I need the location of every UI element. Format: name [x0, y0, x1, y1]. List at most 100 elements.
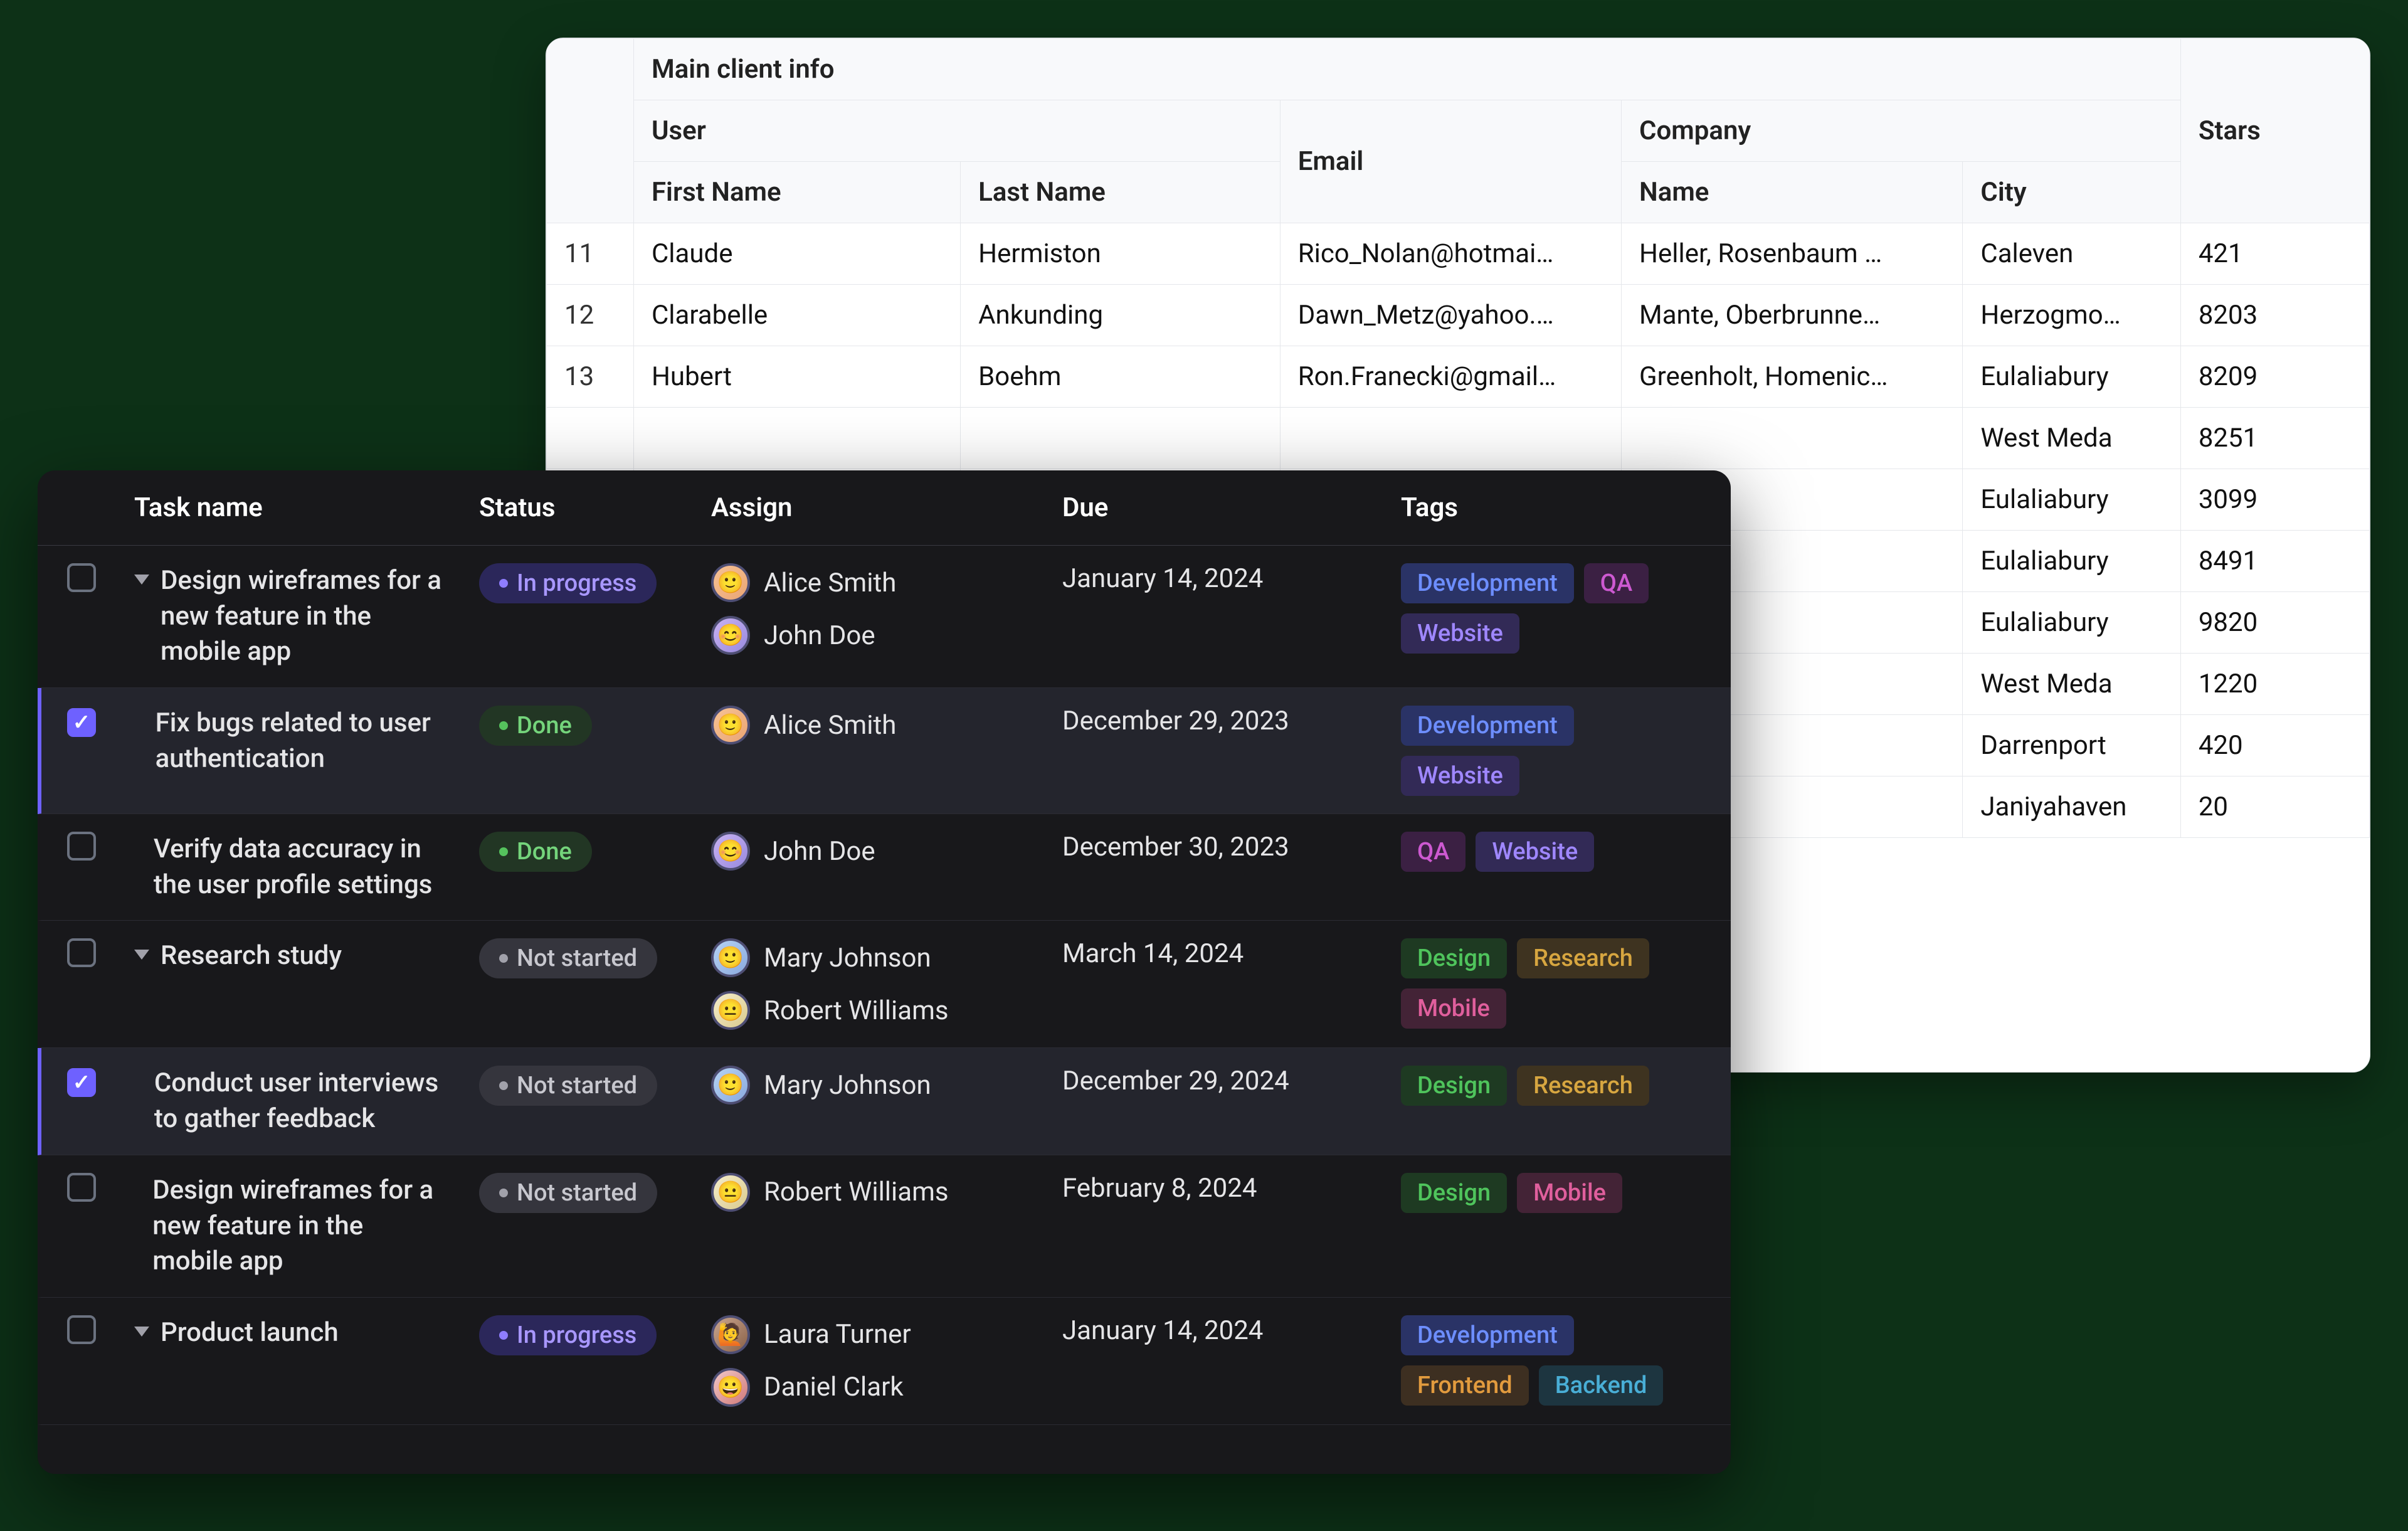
- due-date: February 8, 2024: [1047, 1173, 1386, 1204]
- tag[interactable]: Research: [1517, 938, 1649, 978]
- tag[interactable]: QA: [1584, 563, 1649, 603]
- assignee[interactable]: 😊John Doe: [711, 616, 1032, 655]
- tag[interactable]: Design: [1401, 938, 1507, 978]
- expand-icon: [134, 843, 142, 853]
- task-name: Fix bugs related to user authentication: [156, 706, 449, 776]
- header-stars[interactable]: Stars: [2180, 39, 2369, 223]
- cell-first: Claude: [633, 223, 960, 285]
- header-city[interactable]: City: [1963, 162, 2180, 223]
- table-row[interactable]: 11ClaudeHermistonRico_Nolan@hotmai…Helle…: [547, 223, 2370, 285]
- status-badge[interactable]: Not started: [479, 1173, 657, 1213]
- task-row[interactable]: Research study Not started 🙂Mary Johnson…: [38, 921, 1731, 1048]
- due-date: January 14, 2024: [1047, 563, 1386, 594]
- tag[interactable]: Frontend: [1401, 1365, 1529, 1406]
- avatar: 🙂: [711, 563, 750, 602]
- header-email[interactable]: Email: [1280, 100, 1621, 223]
- assignee[interactable]: 🙋Laura Turner: [711, 1315, 1032, 1354]
- assignee[interactable]: 😐Robert Williams: [711, 991, 1032, 1030]
- row-checkbox[interactable]: [67, 708, 96, 737]
- cell-first: [633, 408, 960, 469]
- header-first-name[interactable]: First Name: [633, 162, 960, 223]
- tag[interactable]: Development: [1401, 706, 1574, 746]
- cell-company: [1622, 408, 1963, 469]
- cell-city: West Meda: [1963, 654, 2180, 715]
- task-row[interactable]: Fix bugs related to user authentication …: [38, 688, 1731, 814]
- cell-stars: 3099: [2180, 469, 2369, 531]
- status-badge[interactable]: Not started: [479, 1066, 657, 1106]
- avatar: 🙂: [711, 706, 750, 744]
- task-row[interactable]: Design wireframes for a new feature in t…: [38, 1155, 1731, 1298]
- avatar: 😊: [711, 616, 750, 655]
- cell-email: Ron.Franecki@gmail…: [1280, 346, 1621, 408]
- cell-city: Eulaliabury: [1963, 346, 2180, 408]
- status-badge[interactable]: Done: [479, 706, 592, 746]
- row-checkbox[interactable]: [67, 563, 96, 592]
- row-checkbox[interactable]: [67, 832, 96, 861]
- cell-last: Hermiston: [961, 223, 1281, 285]
- tag[interactable]: Website: [1476, 832, 1594, 872]
- status-badge[interactable]: Not started: [479, 938, 657, 978]
- task-name: Research study: [161, 938, 342, 974]
- assignee[interactable]: 😊John Doe: [711, 832, 1032, 871]
- header-status[interactable]: Status: [464, 492, 696, 523]
- cell-stars: 421: [2180, 223, 2369, 285]
- task-row[interactable]: Design wireframes for a new feature in t…: [38, 546, 1731, 688]
- status-badge[interactable]: Done: [479, 832, 592, 872]
- assignee[interactable]: 😀Daniel Clark: [711, 1368, 1032, 1407]
- table-row[interactable]: 12ClarabelleAnkundingDawn_Metz@yahoo.…Ma…: [547, 285, 2370, 346]
- assignee[interactable]: 🙂Alice Smith: [711, 563, 1032, 602]
- cell-company: Greenholt, Homenic…: [1622, 346, 1963, 408]
- tag[interactable]: Backend: [1539, 1365, 1664, 1406]
- header-main-client-info: Main client info: [633, 39, 2180, 100]
- assignee[interactable]: 🙂Mary Johnson: [711, 938, 1032, 977]
- header-task-name[interactable]: Task name: [119, 492, 464, 523]
- tag[interactable]: Development: [1401, 1315, 1574, 1355]
- tag[interactable]: Design: [1401, 1173, 1507, 1213]
- task-name: Conduct user interviews to gather feedba…: [154, 1066, 449, 1136]
- expand-icon[interactable]: [134, 1327, 149, 1337]
- cell-city: Eulaliabury: [1963, 469, 2180, 531]
- tasks-header-row: Task name Status Assign Due Tags: [38, 470, 1731, 546]
- assignee[interactable]: 😐Robert Williams: [711, 1173, 1032, 1212]
- tag[interactable]: Mobile: [1517, 1173, 1622, 1213]
- cell-city: Herzogmo…: [1963, 285, 2180, 346]
- task-row[interactable]: Conduct user interviews to gather feedba…: [38, 1048, 1731, 1155]
- header-tags[interactable]: Tags: [1386, 492, 1716, 523]
- tag[interactable]: Mobile: [1401, 988, 1506, 1029]
- header-index: [547, 39, 634, 223]
- tag[interactable]: Research: [1517, 1066, 1649, 1106]
- task-name: Design wireframes for a new feature in t…: [161, 563, 449, 670]
- row-checkbox[interactable]: [67, 1173, 96, 1202]
- header-due[interactable]: Due: [1047, 492, 1386, 523]
- avatar: 🙂: [711, 1066, 750, 1105]
- tag[interactable]: QA: [1401, 832, 1465, 872]
- table-row[interactable]: 13HubertBoehmRon.Franecki@gmail…Greenhol…: [547, 346, 2370, 408]
- cell-stars: 420: [2180, 715, 2369, 776]
- cell-city: Caleven: [1963, 223, 2180, 285]
- expand-icon[interactable]: [134, 575, 149, 585]
- tag[interactable]: Design: [1401, 1066, 1507, 1106]
- row-checkbox[interactable]: [67, 938, 96, 967]
- cell-last: Boehm: [961, 346, 1281, 408]
- row-checkbox[interactable]: [67, 1315, 96, 1344]
- header-last-name[interactable]: Last Name: [961, 162, 1281, 223]
- table-row[interactable]: West Meda8251: [547, 408, 2370, 469]
- expand-icon[interactable]: [134, 950, 149, 960]
- row-checkbox[interactable]: [67, 1068, 96, 1097]
- header-assign[interactable]: Assign: [696, 492, 1047, 523]
- task-row[interactable]: Product launch In progress 🙋Laura Turner…: [38, 1298, 1731, 1425]
- cell-last: Ankunding: [961, 285, 1281, 346]
- tag[interactable]: Website: [1401, 613, 1519, 654]
- row-index: 11: [547, 223, 634, 285]
- assignee[interactable]: 🙂Mary Johnson: [711, 1066, 1032, 1105]
- header-company-name[interactable]: Name: [1622, 162, 1963, 223]
- tag[interactable]: Development: [1401, 563, 1574, 603]
- expand-icon: [134, 717, 144, 727]
- task-row[interactable]: Verify data accuracy in the user profile…: [38, 814, 1731, 921]
- avatar: 🙂: [711, 938, 750, 977]
- status-badge[interactable]: In progress: [479, 563, 657, 603]
- assignee[interactable]: 🙂Alice Smith: [711, 706, 1032, 744]
- cell-city: Eulaliabury: [1963, 592, 2180, 654]
- tag[interactable]: Website: [1401, 756, 1519, 796]
- status-badge[interactable]: In progress: [479, 1315, 657, 1355]
